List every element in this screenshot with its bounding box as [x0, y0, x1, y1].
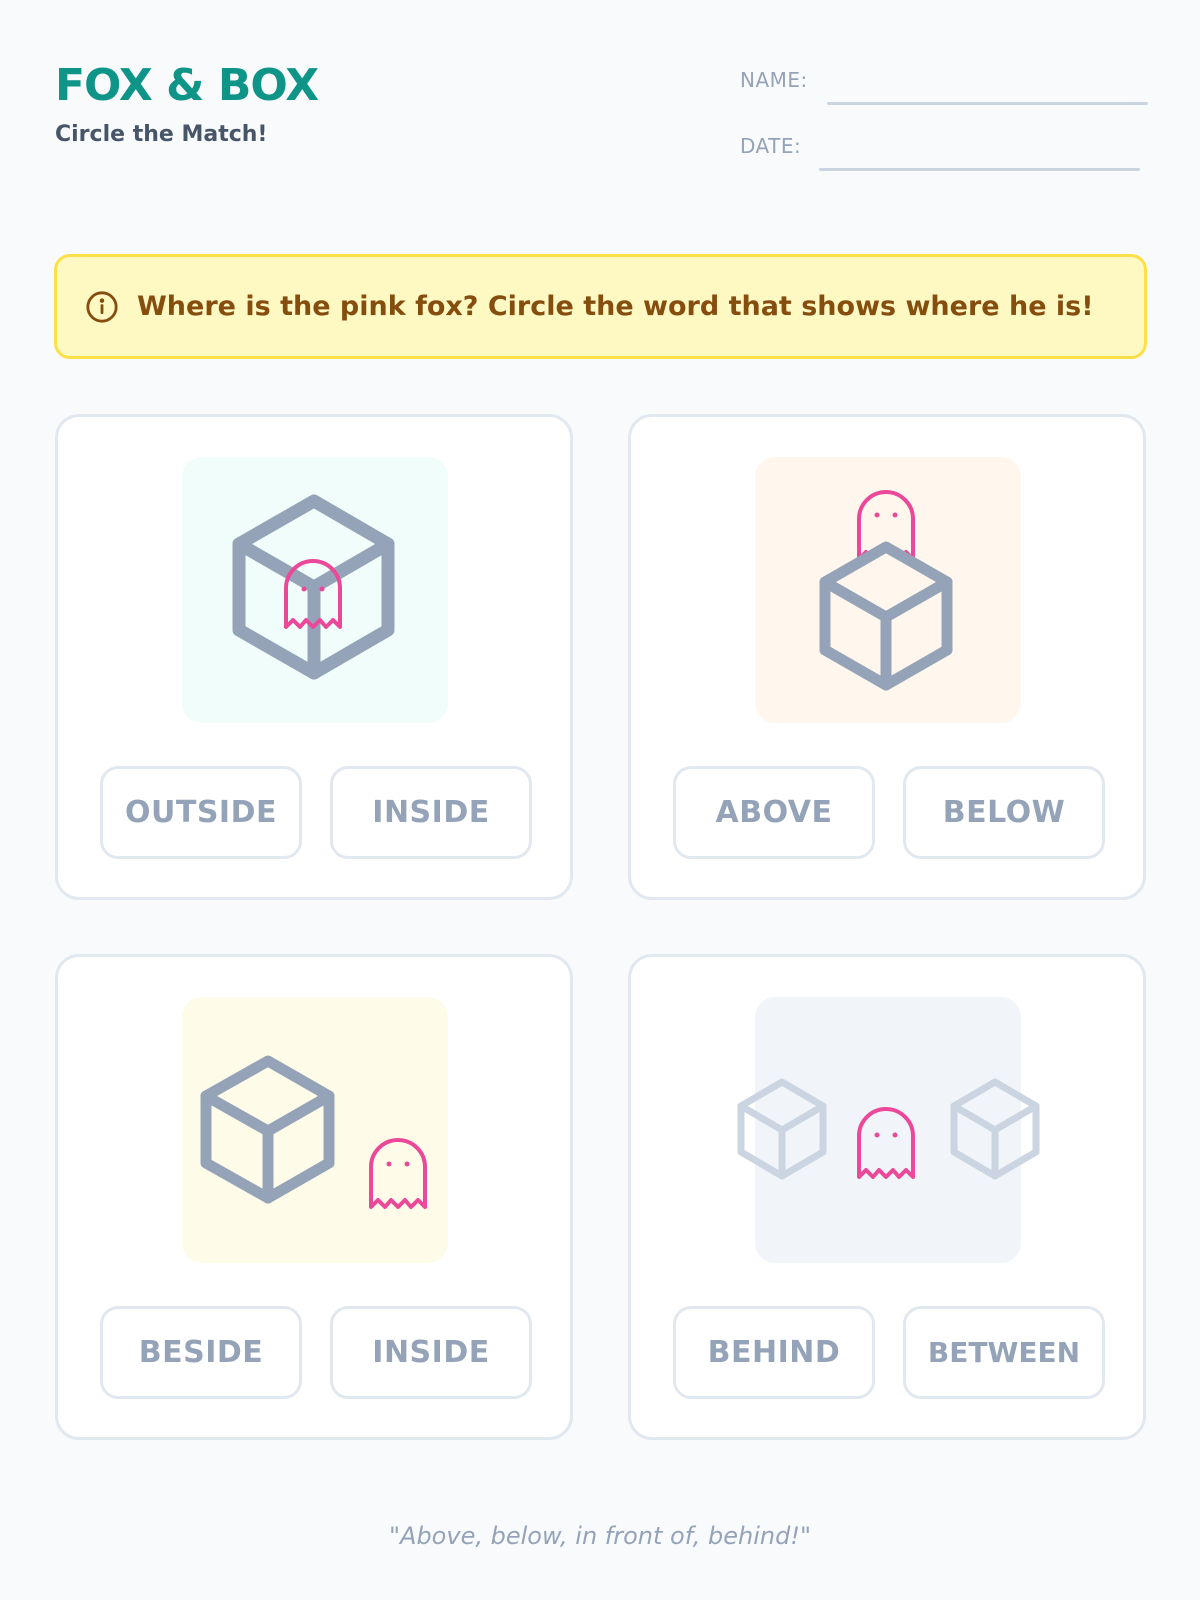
- name-field[interactable]: NAME:: [740, 62, 1150, 128]
- fox-icon: [369, 1138, 427, 1209]
- student-fields: NAME: DATE:: [740, 62, 1150, 194]
- worksheet-title: FOX & BOX: [55, 60, 319, 111]
- option-between-button[interactable]: BETWEEN: [903, 1306, 1105, 1399]
- date-label: DATE:: [740, 134, 802, 158]
- question-card-inside: OUTSIDE INSIDE: [55, 414, 573, 900]
- instruction-banner: Where is the pink fox? Circle the word t…: [54, 254, 1147, 359]
- footer-rhyme: "Above, below, in front of, behind!": [388, 1522, 811, 1550]
- scene-beside: [182, 997, 448, 1263]
- option-inside-button[interactable]: INSIDE: [330, 766, 532, 859]
- scene-above: [755, 457, 1021, 723]
- scene-inside: [182, 457, 448, 723]
- box-icon: [819, 541, 953, 691]
- instruction-text: Where is the pink fox? Circle the word t…: [137, 291, 1094, 322]
- option-below-button[interactable]: BELOW: [903, 766, 1105, 859]
- question-card-above: ABOVE BELOW: [628, 414, 1146, 900]
- option-inside-button[interactable]: INSIDE: [330, 1306, 532, 1399]
- worksheet-header: FOX & BOX Circle the Match!: [55, 60, 319, 148]
- option-beside-button[interactable]: BESIDE: [100, 1306, 302, 1399]
- name-label: NAME:: [740, 68, 808, 92]
- date-line[interactable]: [819, 168, 1140, 171]
- option-outside-button[interactable]: OUTSIDE: [100, 766, 302, 859]
- question-card-beside: BESIDE INSIDE: [55, 954, 573, 1440]
- question-card-between: BEHIND BETWEEN: [628, 954, 1146, 1440]
- box-icon: [200, 1055, 335, 1204]
- scene-between: [737, 997, 1040, 1263]
- worksheet-subtitle: Circle the Match!: [55, 122, 268, 148]
- fox-icon: [857, 1107, 915, 1179]
- box-icon-right: [950, 1078, 1040, 1180]
- fox-icon: [284, 559, 342, 629]
- date-field[interactable]: DATE:: [740, 128, 1150, 194]
- box-icon-left: [737, 1078, 827, 1180]
- option-behind-button[interactable]: BEHIND: [673, 1306, 875, 1399]
- info-icon: [86, 290, 118, 323]
- option-above-button[interactable]: ABOVE: [673, 766, 875, 859]
- name-line[interactable]: [827, 102, 1148, 105]
